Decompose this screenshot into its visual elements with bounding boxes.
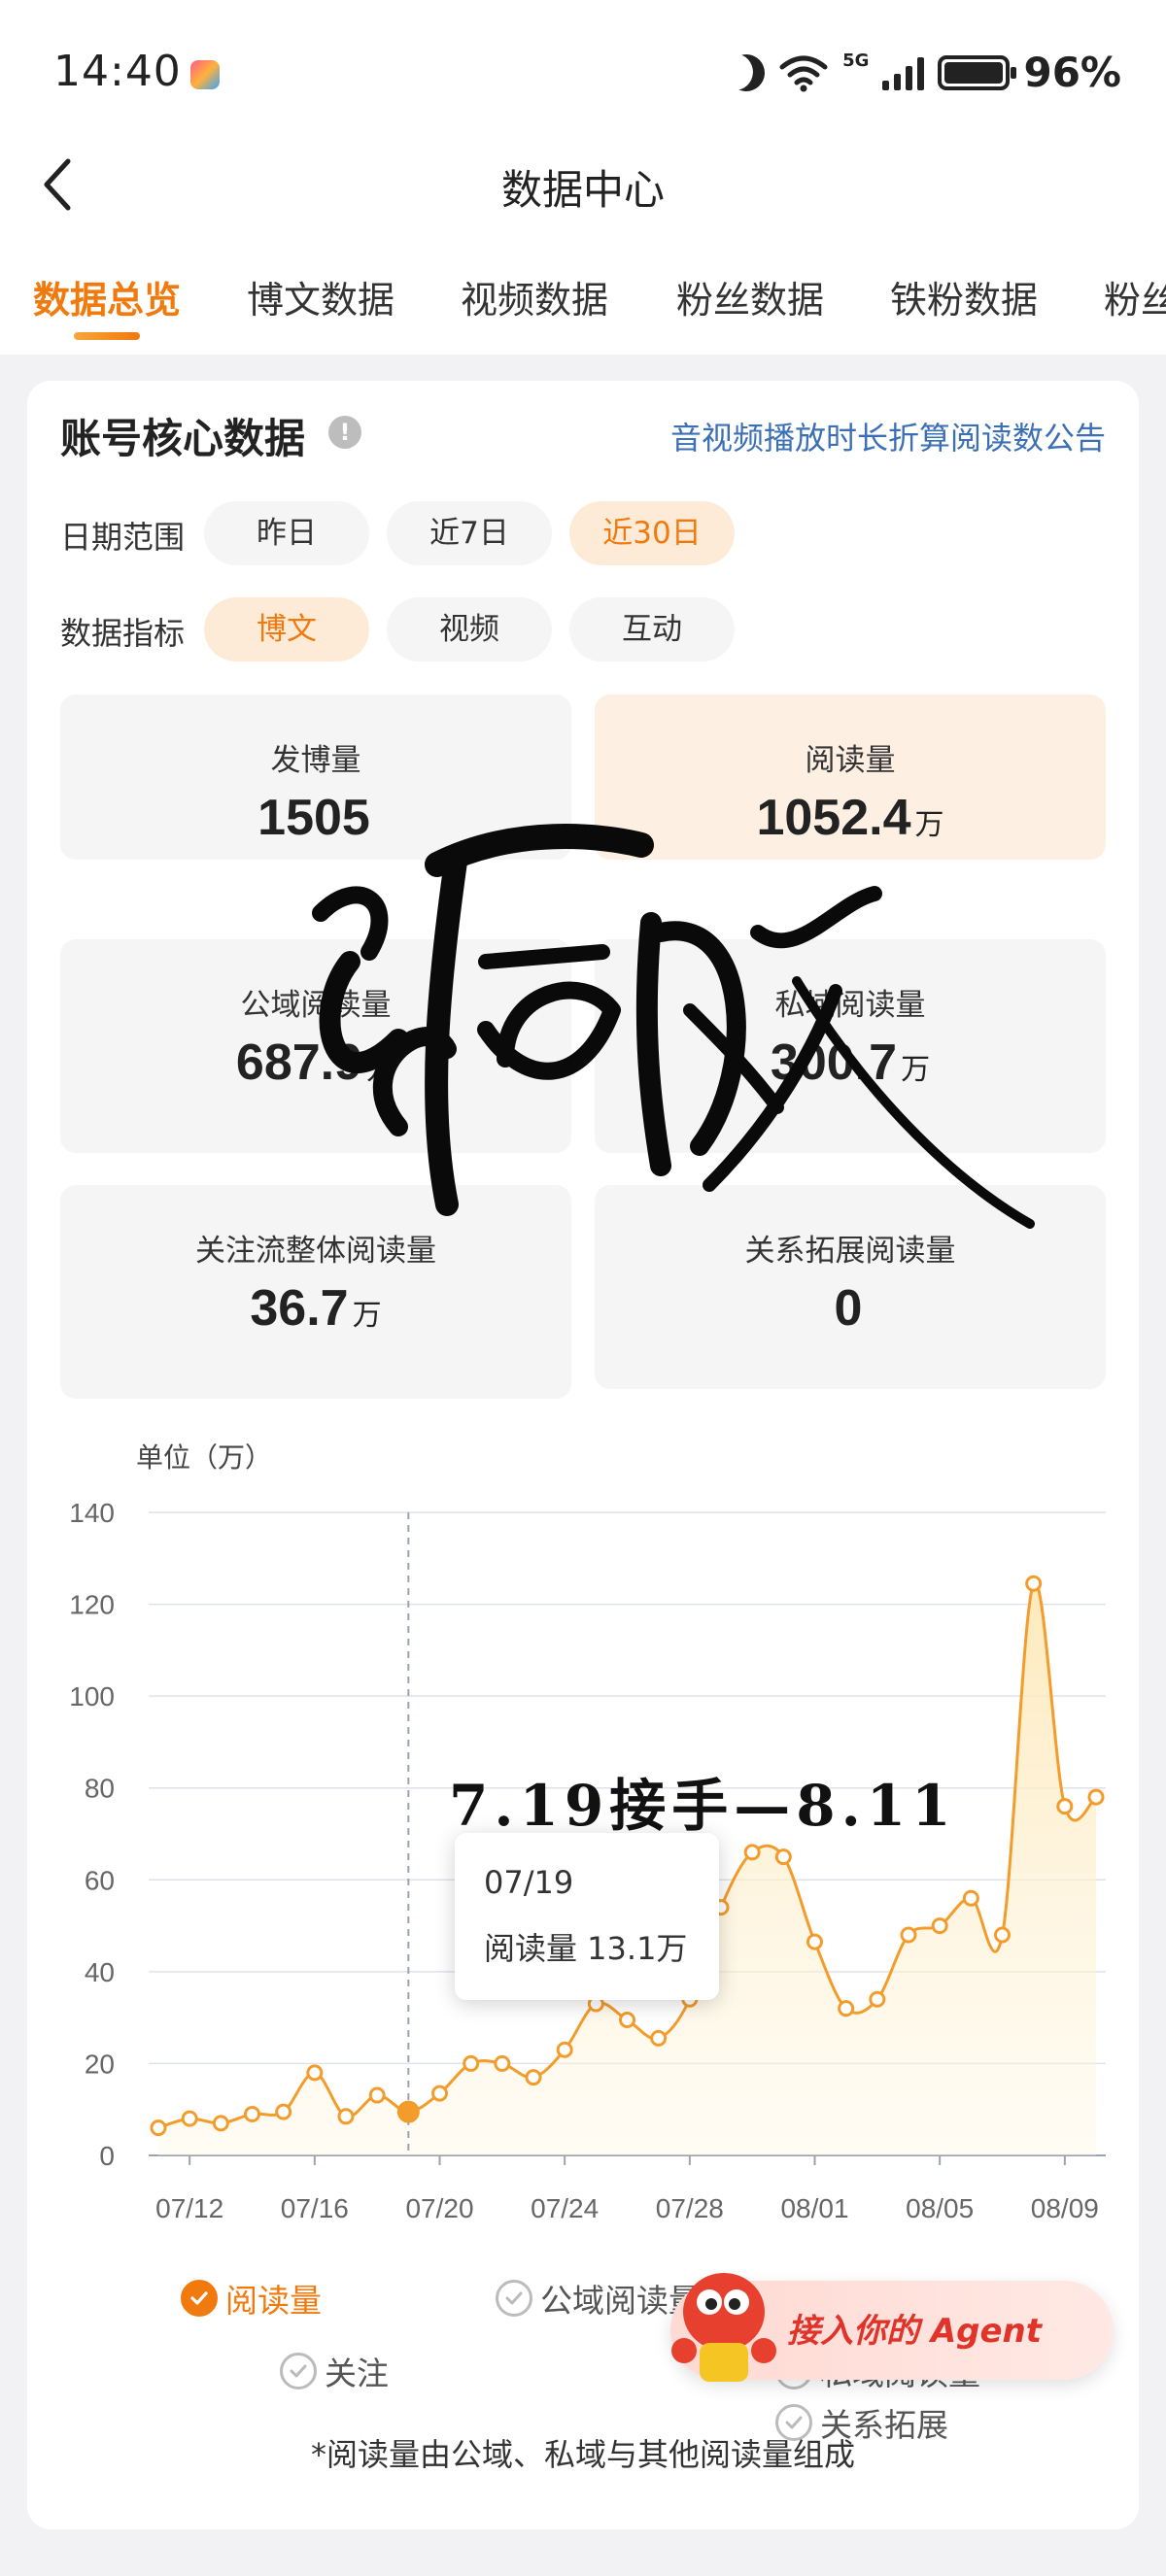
x-tick-label: 07/24 — [531, 2193, 599, 2223]
x-tick-label: 08/01 — [780, 2193, 848, 2223]
check-icon — [181, 2280, 218, 2317]
data-point — [396, 2100, 420, 2123]
x-tick-label: 08/09 — [1031, 2193, 1099, 2223]
data-point — [650, 2029, 668, 2047]
data-point — [275, 2103, 292, 2120]
data-point — [463, 2054, 480, 2072]
data-point — [212, 2115, 229, 2132]
legend-label: 关注 — [325, 2355, 389, 2392]
data-point — [150, 2119, 167, 2137]
agent-banner-text: 接入你的 Agent — [787, 2312, 1043, 2351]
data-point — [494, 2054, 511, 2072]
data-point — [994, 1926, 1011, 1944]
legend-label: 阅读量 — [225, 2282, 322, 2320]
y-tick-label: 60 — [85, 1865, 115, 1895]
handwritten-annotation: 7.19接手—8.11 — [449, 1773, 957, 1839]
data-point — [806, 1933, 823, 1950]
data-point — [1087, 1788, 1105, 1806]
data-point — [962, 1889, 979, 1907]
x-tick-label: 07/28 — [656, 2193, 724, 2223]
legend-follow[interactable]: 关注 — [280, 2348, 389, 2394]
y-tick-label: 40 — [85, 1957, 115, 1987]
data-point — [1025, 1575, 1043, 1592]
y-tick-label: 20 — [85, 2049, 115, 2079]
y-tick-label: 100 — [69, 1681, 115, 1712]
y-tick-label: 80 — [85, 1774, 115, 1804]
data-point — [743, 1844, 761, 1861]
data-point — [556, 2041, 573, 2058]
check-icon — [280, 2353, 317, 2390]
data-point — [619, 2012, 635, 2029]
legend-reads[interactable]: 阅读量 — [181, 2275, 322, 2322]
tooltip-value: 阅读量 13.1万 — [484, 1930, 688, 1967]
tooltip-date: 07/19 — [484, 1864, 574, 1901]
x-tick-label: 07/12 — [155, 2193, 223, 2223]
x-tick-label: 08/05 — [906, 2193, 974, 2223]
data-point — [900, 1926, 917, 1944]
data-point — [244, 2105, 260, 2122]
data-point — [181, 2110, 198, 2127]
data-point — [525, 2069, 542, 2086]
x-tick-label: 07/16 — [281, 2193, 349, 2223]
data-point — [306, 2064, 324, 2082]
data-point — [774, 1848, 792, 1866]
data-point — [838, 2000, 855, 2017]
y-tick-label: 120 — [69, 1590, 115, 1620]
data-point — [869, 1990, 886, 2008]
chart-tooltip: 07/19 阅读量 13.1万 — [455, 1833, 719, 2000]
mascot-icon — [671, 2273, 776, 2382]
footnote: *阅读量由公域、私域与其他阅读量组成 — [310, 2436, 855, 2473]
check-icon — [496, 2280, 532, 2317]
data-point — [368, 2086, 386, 2104]
y-tick-label: 140 — [69, 1498, 115, 1528]
chart-unit-label: 单位（万） — [136, 1441, 272, 1474]
calligraphy-stamp — [312, 824, 1035, 1229]
y-tick-label: 0 — [99, 2141, 115, 2171]
data-point — [337, 2108, 355, 2125]
data-point — [1056, 1798, 1074, 1815]
data-point — [431, 2085, 448, 2102]
data-point — [931, 1917, 948, 1935]
x-tick-label: 07/20 — [405, 2193, 473, 2223]
